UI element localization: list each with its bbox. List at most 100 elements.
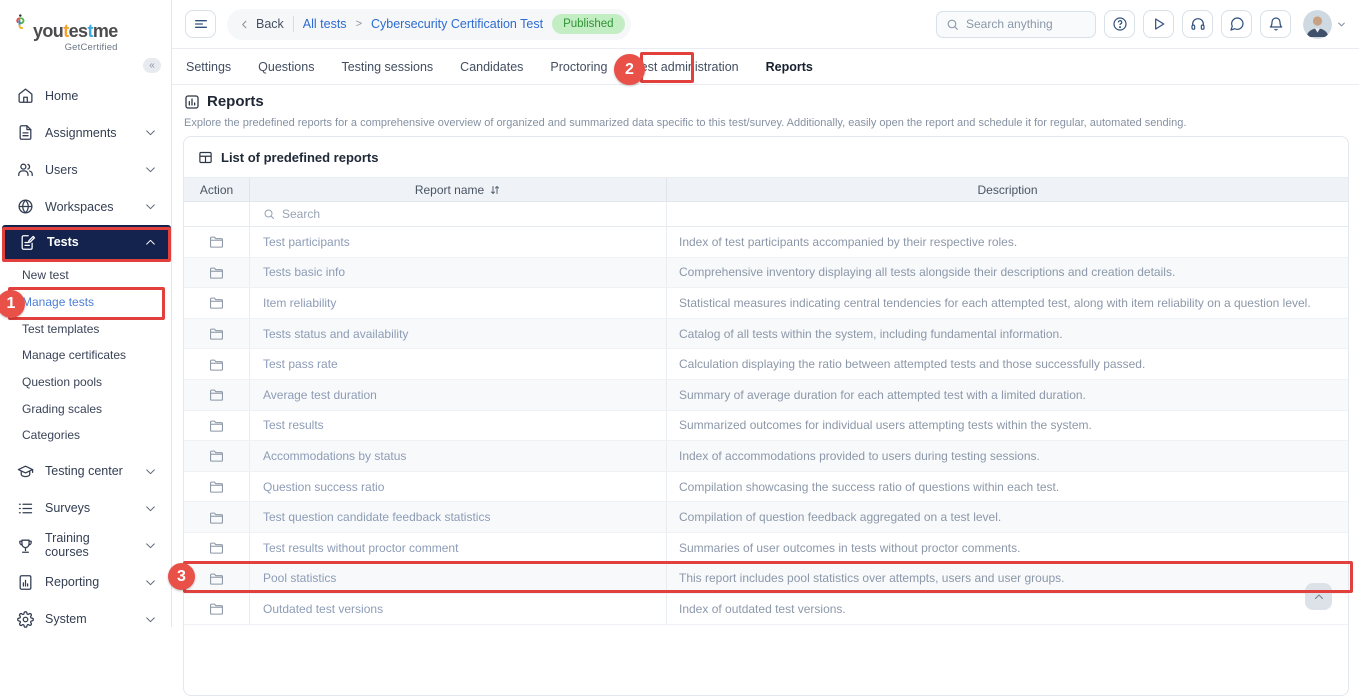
chevron-left-icon [239, 19, 250, 30]
report-row-tests-status-and-availability: Tests status and availability Catalog of … [184, 318, 1348, 350]
report-description: Summarized outcomes for individual users… [679, 418, 1092, 433]
status-badge: Published [552, 14, 625, 34]
sidebar-item-system[interactable]: System [0, 601, 171, 638]
open-report-button[interactable] [184, 441, 250, 471]
sidebar-item-testing-center[interactable]: Testing center [0, 453, 171, 490]
column-header-action[interactable]: Action [184, 178, 250, 201]
report-name[interactable]: Item reliability [250, 288, 667, 318]
report-name[interactable]: Accommodations by status [250, 441, 667, 471]
report-row-item-reliability: Item reliability Statistical measures ind… [184, 288, 1348, 319]
open-report-button[interactable] [184, 563, 250, 594]
chevron-down-icon [144, 613, 157, 626]
notifications-button[interactable] [1260, 10, 1291, 38]
global-search[interactable] [936, 10, 1096, 38]
back-label: Back [256, 17, 284, 31]
sidebar-subitem-manage-tests[interactable]: Manage tests [0, 289, 171, 316]
sidebar-toggle-button[interactable] [185, 10, 216, 38]
breadcrumb-test-name[interactable]: Cybersecurity Certification Test [371, 17, 543, 31]
sidebar-item-users[interactable]: Users [0, 151, 171, 188]
help-button[interactable] [1104, 10, 1135, 38]
sidebar-item-surveys[interactable]: Surveys [0, 490, 171, 527]
reporting-icon [17, 574, 34, 591]
open-report-button[interactable] [184, 532, 250, 563]
avatar[interactable] [1303, 9, 1332, 39]
sidebar-subitem-categories[interactable]: Categories [0, 422, 171, 449]
sidebar-item-training-courses[interactable]: Training courses [0, 527, 171, 564]
tab-settings[interactable]: Settings [186, 60, 231, 74]
sidebar-item-assignments[interactable]: Assignments [0, 114, 171, 151]
tab-testing-sessions[interactable]: Testing sessions [341, 60, 433, 74]
sidebar-subitem-grading-scales[interactable]: Grading scales [0, 395, 171, 422]
sidebar: youtestme GetCertified « Home Assignments… [0, 0, 172, 628]
chevron-down-icon [144, 465, 157, 478]
open-report-button[interactable] [184, 257, 250, 288]
sidebar-item-home[interactable]: Home [0, 77, 171, 114]
tabs-bar: Settings Questions Testing sessions Candida… [172, 49, 1359, 85]
sidebar-subitem-question-pools[interactable]: Question pools [0, 369, 171, 396]
tab-proctoring[interactable]: Proctoring [550, 60, 607, 74]
tab-questions[interactable]: Questions [258, 60, 314, 74]
report-name[interactable]: Test participants [250, 227, 667, 257]
open-report-button[interactable] [184, 471, 250, 502]
headphones-icon [1190, 16, 1206, 32]
global-search-input[interactable] [966, 17, 1076, 31]
chat-button[interactable] [1221, 10, 1252, 38]
report-name-filter[interactable] [250, 202, 667, 226]
sidebar-item-workspaces[interactable]: Workspaces [0, 188, 171, 225]
brand-letter-segment: es [68, 21, 88, 41]
report-name[interactable]: Tests status and availability [250, 318, 667, 349]
open-report-button[interactable] [184, 349, 250, 379]
open-report-button[interactable] [184, 502, 250, 532]
tab-reports[interactable]: Reports [766, 60, 813, 74]
support-button[interactable] [1182, 10, 1213, 38]
filter-action-cell [184, 202, 250, 226]
tab-candidates[interactable]: Candidates [460, 60, 523, 74]
report-name[interactable]: Question success ratio [250, 471, 667, 502]
tab-test-administration[interactable]: Test administration [634, 60, 738, 74]
brand-logo: youtestme GetCertified [12, 14, 118, 53]
breadcrumb-all-tests-link[interactable]: All tests [303, 17, 347, 31]
bar-chart-icon [184, 94, 200, 110]
scroll-to-top-button[interactable] [1305, 583, 1332, 610]
sidebar-item-label: System [45, 612, 87, 627]
sidebar-collapse-button[interactable]: « [143, 58, 161, 73]
report-name[interactable]: Test results without proctor comment [250, 532, 667, 563]
sidebar-item-reporting[interactable]: Reporting [0, 564, 171, 601]
open-report-button[interactable] [184, 227, 250, 257]
column-header-description[interactable]: Description [667, 178, 1348, 201]
column-header-report-name[interactable]: Report name [250, 178, 667, 201]
report-name[interactable]: Average test duration [250, 379, 667, 410]
open-report-button[interactable] [184, 410, 250, 441]
open-report-button[interactable] [184, 379, 250, 410]
report-description: Index of outdated test versions. [679, 601, 846, 616]
sidebar-subitem-manage-certificates[interactable]: Manage certificates [0, 342, 171, 369]
sidebar-item-label: Workspaces [45, 199, 114, 214]
report-name[interactable]: Test question candidate feedback statist… [250, 502, 667, 532]
predefined-reports-card: List of predefined reports Action Report… [183, 136, 1349, 696]
report-name[interactable]: Outdated test versions [250, 594, 667, 624]
report-name[interactable]: Test results [250, 410, 667, 441]
table-icon [198, 150, 213, 165]
report-name-filter-input[interactable] [282, 207, 582, 221]
report-name[interactable]: Tests basic info [250, 257, 667, 288]
report-name[interactable]: Test pass rate [250, 349, 667, 379]
report-description: Index of test participants accompanied b… [679, 234, 1018, 249]
sidebar-item-tests[interactable]: Tests [2, 225, 171, 259]
testing-center-icon [17, 463, 34, 480]
user-menu[interactable] [1303, 9, 1347, 39]
sidebar-subitem-test-templates[interactable]: Test templates [0, 315, 171, 342]
tutorials-button[interactable] [1143, 10, 1174, 38]
users-icon [17, 161, 34, 178]
open-report-button[interactable] [184, 318, 250, 349]
chevron-down-icon [144, 200, 157, 213]
sort-icon[interactable] [489, 184, 501, 196]
back-button[interactable]: Back [239, 17, 284, 31]
topbar-actions [936, 9, 1347, 39]
sidebar-subitem-new-test[interactable]: New test [0, 262, 171, 289]
search-icon [263, 208, 275, 220]
report-name[interactable]: Pool statistics [250, 563, 667, 594]
card-title: List of predefined reports [221, 149, 379, 165]
report-row-test-participants: Test participants Index of test participa… [184, 227, 1348, 258]
open-report-button[interactable] [184, 288, 250, 318]
open-report-button[interactable] [184, 594, 250, 624]
